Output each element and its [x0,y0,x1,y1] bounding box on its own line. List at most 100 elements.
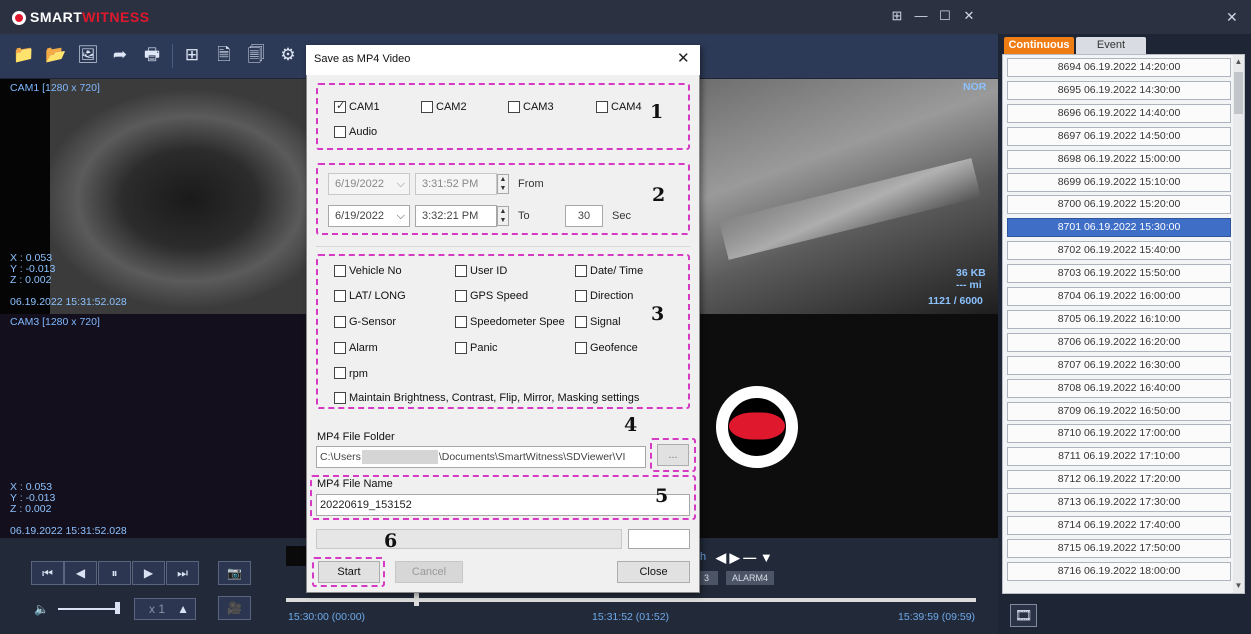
maintain-settings-checkbox[interactable] [334,392,346,404]
signal-checkbox[interactable] [575,316,587,328]
record-item[interactable]: 8714 06.19.2022 17:40:00 [1007,516,1231,535]
record-item[interactable]: 8709 06.19.2022 16:50:00 [1007,401,1231,421]
audio-checkbox[interactable] [334,126,346,138]
open-sd-icon[interactable]: 📂 [44,44,68,66]
grid-layout-icon[interactable]: ⊞ [180,44,204,66]
speedometer-checkbox[interactable] [455,316,467,328]
tab-event[interactable]: Event [1076,37,1146,54]
dialog-close-icon[interactable]: ✕ [677,49,690,67]
from-time-spinner-icon[interactable]: ▲ ▼ [497,174,509,194]
record-item[interactable]: 8706 06.19.2022 16:20:00 [1007,332,1231,352]
cam4-checkbox[interactable] [596,101,608,113]
close-dialog-button[interactable]: Close [617,561,690,583]
cam3-checkbox[interactable] [508,101,520,113]
alarm-tag-4[interactable]: ALARM4 [726,571,775,585]
record-item[interactable]: 8712 06.19.2022 17:20:00 [1007,470,1231,490]
cam3-z: Z : 0.002 [10,503,52,515]
camera-view-2[interactable] [700,79,998,314]
app-logo: SMARTWITNESS [30,9,150,25]
film-strip-icon[interactable]: 🎞 [1010,604,1037,627]
volume-slider[interactable] [58,608,118,610]
browse-button[interactable]: ... [657,444,689,466]
scroll-down-icon[interactable]: ▼ [1233,580,1244,592]
duration-field[interactable]: 30 [565,205,603,227]
record-item[interactable]: 8715 06.19.2022 17:50:00 [1007,538,1231,558]
list-scrollbar[interactable] [1233,55,1244,593]
record-item[interactable]: 8698 06.19.2022 15:00:00 [1007,149,1231,169]
play-icon[interactable]: ▶ [132,561,165,585]
layout-icon[interactable]: ⊞ [886,6,908,26]
open-folder-icon[interactable]: 📁 [12,44,36,66]
document-icon[interactable]: 🗎 [212,44,236,66]
direction-checkbox[interactable] [575,290,587,302]
record-item[interactable]: 8696 06.19.2022 14:40:00 [1007,103,1231,123]
cam3-checkbox-label: CAM3 [523,101,554,113]
close-button[interactable]: ✕ [958,6,980,26]
nav-arrows[interactable]: ◀ ▶ — ▼ [716,550,773,566]
print-icon[interactable]: 🖶 [140,44,164,66]
rpm-label: rpm [349,368,368,380]
minimize-button[interactable]: — [910,6,932,26]
to-date-picker[interactable]: 6/19/2022 ⌵ [328,205,410,227]
pause-icon[interactable]: ⏸ [98,561,131,585]
from-time-field[interactable]: 3:31:52 PM [415,173,497,195]
snapshot-icon[interactable]: 🖼 [76,44,100,66]
record-item[interactable]: 8705 06.19.2022 16:10:00 [1007,309,1231,329]
record-item[interactable]: 8710 06.19.2022 17:00:00 [1007,424,1231,444]
geofence-checkbox[interactable] [575,342,587,354]
lat-long-checkbox[interactable] [334,290,346,302]
from-date-picker[interactable]: 6/19/2022 ⌵ [328,173,410,195]
panic-checkbox[interactable] [455,342,467,354]
to-time-field[interactable]: 3:32:21 PM [415,205,497,227]
skip-forward-icon[interactable]: ⏭ [166,561,199,585]
record-item[interactable]: 8699 06.19.2022 15:10:00 [1007,172,1231,192]
record-item[interactable]: 8716 06.19.2022 18:00:00 [1007,561,1231,581]
record-item[interactable]: 8697 06.19.2022 14:50:00 [1007,126,1231,146]
step-back-icon[interactable]: ◀ [64,561,97,585]
side-close-icon[interactable]: ✕ [1226,9,1238,26]
to-time-spinner-icon[interactable]: ▲ ▼ [497,206,509,226]
scroll-thumb[interactable] [1234,72,1243,114]
file-name-input[interactable]: 20220619_153152 [316,494,690,516]
scroll-up-icon[interactable]: ▲ [1233,56,1244,68]
alarm-tag-3[interactable]: 3 [700,571,718,585]
alarm-checkbox[interactable] [334,342,346,354]
user-id-label: User ID [470,265,508,277]
gps-speed-checkbox[interactable] [455,290,467,302]
capture-icon[interactable]: 📷 [218,561,251,585]
report-icon[interactable]: 🗐 [244,44,268,66]
export-icon[interactable]: ➦ [108,44,132,66]
vehicle-no-checkbox[interactable] [334,265,346,277]
cancel-button[interactable]: Cancel [395,561,463,583]
record-item[interactable]: 8708 06.19.2022 16:40:00 [1007,378,1231,398]
g-sensor-checkbox[interactable] [334,316,346,328]
settings-icon[interactable]: ⚙ [276,44,300,66]
start-button[interactable]: Start [318,561,380,583]
record-item[interactable]: 8707 06.19.2022 16:30:00 [1007,355,1231,375]
record-item[interactable]: 8700 06.19.2022 15:20:00 [1007,195,1231,215]
record-item[interactable]: 8695 06.19.2022 14:30:00 [1007,80,1231,100]
volume-thumb[interactable] [115,602,120,614]
folder-path-field[interactable]: C:\Users \Documents\SmartWitness\SDViewer… [316,446,646,468]
maximize-button[interactable]: ☐ [934,6,956,26]
record-item[interactable]: 8703 06.19.2022 15:50:00 [1007,264,1231,284]
cam1-checkbox[interactable] [334,99,346,113]
user-id-checkbox[interactable] [455,265,467,277]
record-item[interactable]: 8701 06.19.2022 15:30:00 [1007,218,1231,238]
tab-continuous[interactable]: Continuous [1004,37,1074,54]
cam2-checkbox[interactable] [421,101,433,113]
multi-camera-icon[interactable]: 🎥 [218,596,251,620]
speed-selector[interactable]: x 1 ▲ [134,598,196,620]
date-time-checkbox[interactable] [575,265,587,277]
timeline-track[interactable] [286,598,976,602]
cam1-label: CAM1 [1280 x 720] [10,82,100,94]
progress-status-box [628,529,690,549]
record-item[interactable]: 8704 06.19.2022 16:00:00 [1007,287,1231,306]
rpm-checkbox[interactable] [334,367,346,379]
record-item[interactable]: 8711 06.19.2022 17:10:00 [1007,447,1231,467]
record-item[interactable]: 8713 06.19.2022 17:30:00 [1007,493,1231,513]
timeline-thumb[interactable] [414,592,419,606]
skip-back-icon[interactable]: ⏮ [31,561,64,585]
record-item[interactable]: 8694 06.19.2022 14:20:00 [1007,58,1231,77]
record-item[interactable]: 8702 06.19.2022 15:40:00 [1007,241,1231,261]
